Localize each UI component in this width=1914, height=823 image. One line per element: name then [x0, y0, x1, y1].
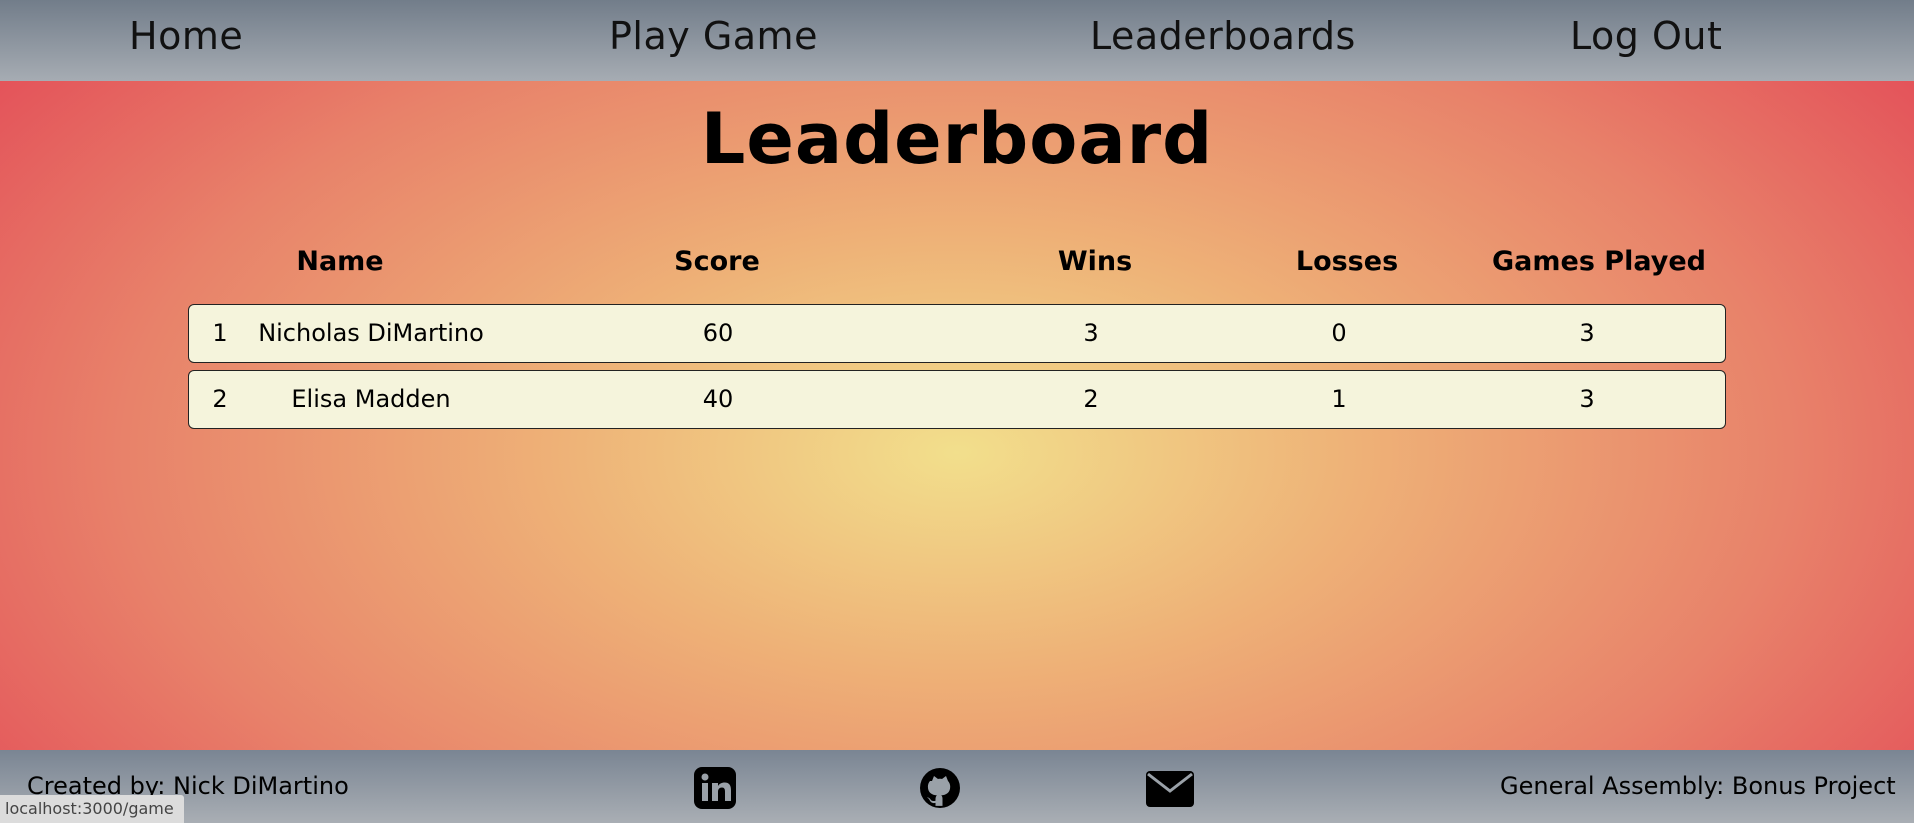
row-score: 60: [702, 319, 734, 347]
github-icon[interactable]: [918, 767, 962, 809]
nav-home-link[interactable]: Home: [129, 12, 243, 60]
page-title: Leaderboard: [700, 98, 1214, 180]
navbar: Home Play Game Leaderboards Log Out: [0, 0, 1914, 81]
row-player-name: Nicholas DiMartino: [258, 319, 484, 347]
column-header-losses: Losses: [1295, 246, 1399, 277]
column-header-score: Score: [674, 246, 760, 277]
row-rank: 2: [212, 385, 228, 413]
email-icon[interactable]: [1146, 767, 1194, 809]
nav-leaderboards-link[interactable]: Leaderboards: [1090, 12, 1356, 60]
column-header-wins: Wins: [1057, 246, 1133, 277]
row-wins: 3: [1083, 319, 1099, 347]
footer-project: General Assembly: Bonus Project: [1500, 772, 1896, 800]
row-games-played: 3: [1579, 385, 1595, 413]
table-row: 1 Nicholas DiMartino 60 3 0 3: [188, 304, 1726, 363]
table-row: 2 Elisa Madden 40 2 1 3: [188, 370, 1726, 429]
row-wins: 2: [1083, 385, 1099, 413]
row-losses: 1: [1331, 385, 1347, 413]
row-rank: 1: [212, 319, 228, 347]
row-player-name: Elisa Madden: [291, 385, 451, 413]
row-score: 40: [702, 385, 734, 413]
nav-logout-link[interactable]: Log Out: [1570, 12, 1722, 60]
row-losses: 0: [1331, 319, 1347, 347]
linkedin-icon[interactable]: [693, 767, 737, 809]
row-games-played: 3: [1579, 319, 1595, 347]
column-header-name: Name: [296, 246, 384, 277]
nav-play-game-link[interactable]: Play Game: [609, 12, 818, 60]
status-bar-url: localhost:3000/game: [0, 795, 184, 823]
footer: Created by: Nick DiMartino General Assem…: [0, 750, 1914, 823]
column-header-games-played: Games Played: [1492, 246, 1706, 277]
